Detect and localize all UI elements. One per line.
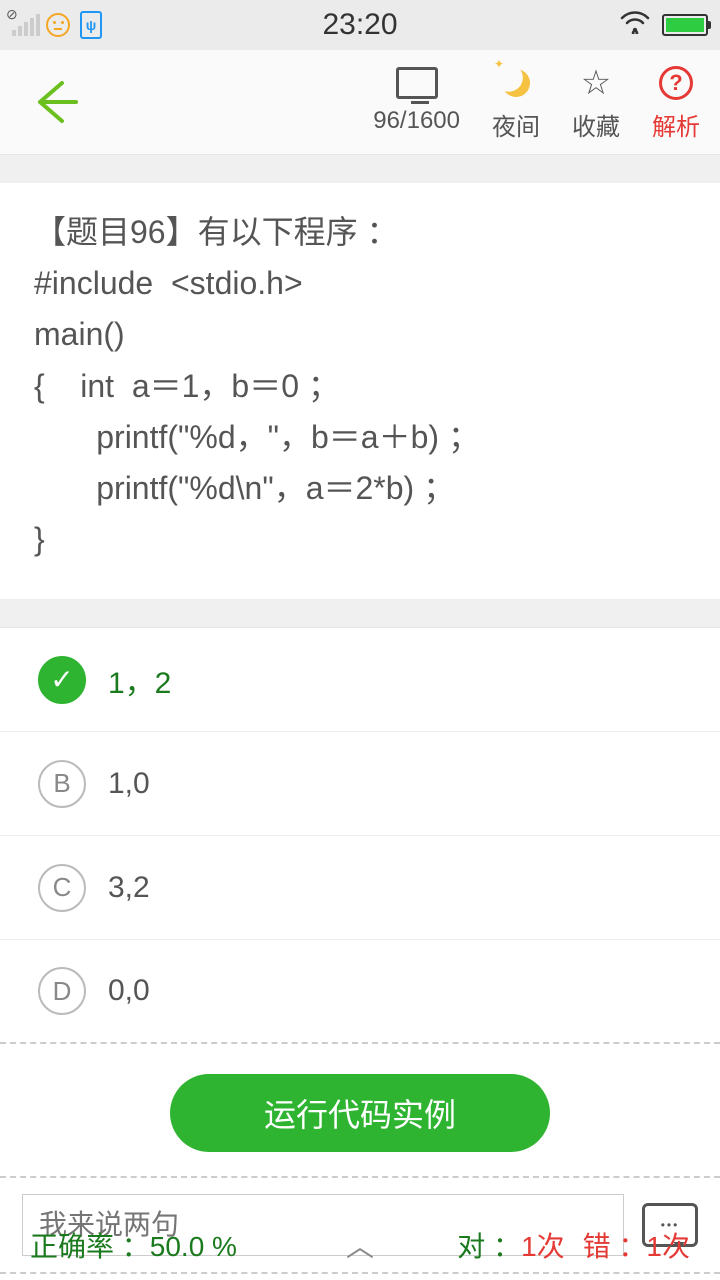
options-spacer bbox=[0, 600, 720, 628]
analysis-tool[interactable]: ? 解析 bbox=[652, 63, 700, 142]
face-icon bbox=[46, 13, 70, 37]
usb-icon: ψ bbox=[80, 11, 102, 39]
spacer bbox=[0, 155, 720, 183]
signal-icon bbox=[12, 14, 36, 36]
wifi-icon bbox=[620, 9, 650, 41]
run-area: 运行代码实例 bbox=[0, 1044, 720, 1178]
option-text-b: 1,0 bbox=[108, 767, 150, 801]
run-code-button[interactable]: 运行代码实例 bbox=[170, 1074, 550, 1152]
footer-stats[interactable]: 正确率 ：50.0 % ︿ 对 ：1次 错 ：1次 bbox=[0, 1210, 720, 1280]
accuracy-rate: 正确率 ：50.0 % bbox=[30, 1225, 237, 1265]
option-text-c: 3,2 bbox=[108, 871, 150, 905]
status-bar: ψ 23:20 bbox=[0, 0, 720, 50]
option-a[interactable]: ✓ 1，2 bbox=[0, 628, 720, 732]
favorite-label: 收藏 bbox=[572, 107, 620, 142]
option-b[interactable]: B 1,0 bbox=[0, 732, 720, 836]
option-text-a: 1，2 bbox=[108, 658, 171, 702]
moon-icon bbox=[500, 66, 532, 98]
status-right bbox=[620, 9, 708, 41]
help-icon: ? bbox=[659, 66, 693, 100]
option-letter-c: C bbox=[38, 864, 86, 912]
favorite-tool[interactable]: ☆ 收藏 bbox=[572, 63, 620, 142]
option-letter-a: ✓ bbox=[38, 656, 86, 704]
night-mode-tool[interactable]: ✦ 夜间 bbox=[492, 63, 540, 142]
option-letter-b: B bbox=[38, 760, 86, 808]
back-button[interactable] bbox=[30, 77, 80, 127]
progress-label: 96/1600 bbox=[373, 107, 460, 135]
option-text-d: 0,0 bbox=[108, 974, 150, 1008]
correct-count: 对 ：1次 bbox=[457, 1225, 564, 1265]
progress-tool[interactable]: 96/1600 bbox=[373, 63, 460, 142]
analysis-label: 解析 bbox=[652, 107, 700, 142]
question-text: 【题目96】有以下程序 ： #include <stdio.h> main() … bbox=[0, 183, 720, 600]
status-left: ψ bbox=[12, 11, 102, 39]
night-label: 夜间 bbox=[492, 107, 540, 142]
option-letter-d: D bbox=[38, 967, 86, 1015]
option-c[interactable]: C 3,2 bbox=[0, 836, 720, 940]
monitor-icon bbox=[396, 67, 438, 99]
star-icon: ☆ bbox=[581, 63, 611, 103]
battery-icon bbox=[662, 14, 708, 36]
wrong-count: 错 ：1次 bbox=[583, 1225, 690, 1265]
toolbar: 96/1600 ✦ 夜间 ☆ 收藏 ? 解析 bbox=[0, 50, 720, 155]
status-time: 23:20 bbox=[322, 8, 397, 42]
expand-caret-icon[interactable]: ︿ bbox=[346, 1225, 374, 1265]
option-d[interactable]: D 0,0 bbox=[0, 940, 720, 1044]
